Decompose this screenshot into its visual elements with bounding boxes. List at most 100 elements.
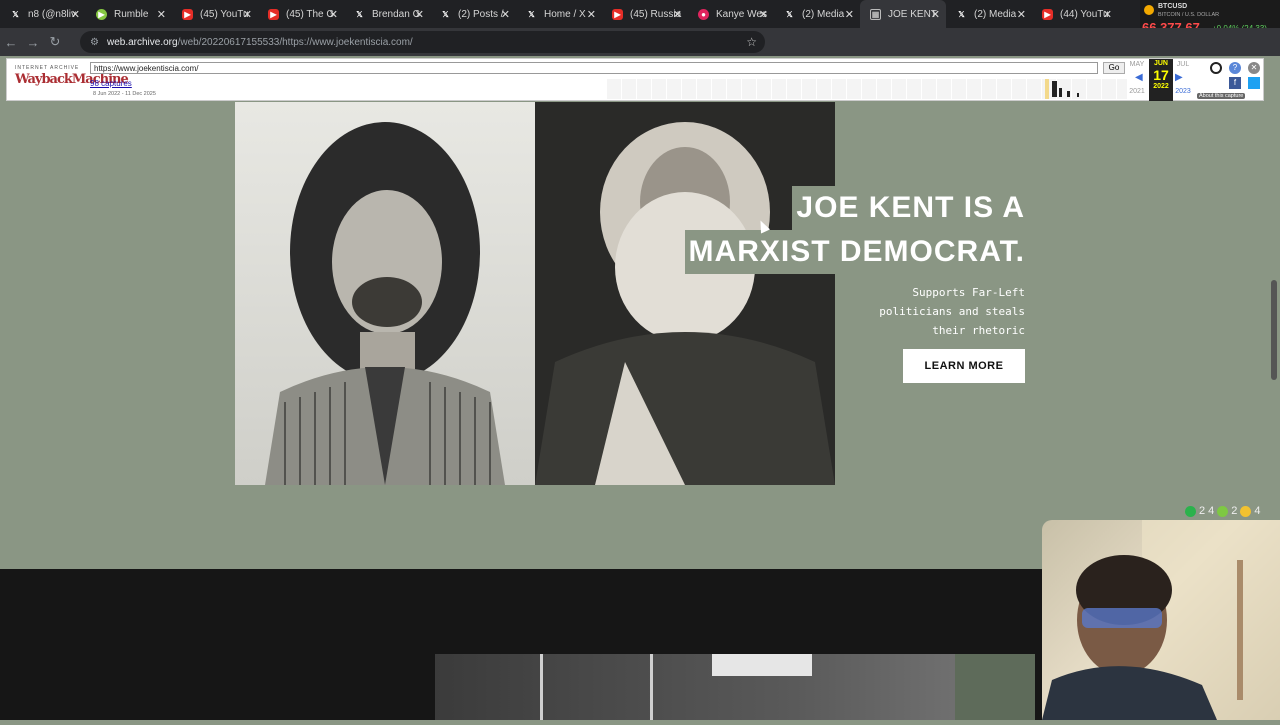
browser-tab[interactable]: ▶ (45) YouTu ✕ — [172, 0, 258, 28]
close-tab-icon[interactable]: ✕ — [931, 8, 940, 21]
hero-photo-right — [535, 102, 835, 485]
close-tab-icon[interactable]: ✕ — [243, 8, 252, 21]
counter-value: 2 — [1231, 505, 1238, 517]
portrait-illustration — [265, 122, 505, 485]
rumble-icon: ▶ — [96, 8, 107, 20]
next-year[interactable]: 2023 — [1171, 88, 1195, 95]
hero-subtitle-line: politicians and steals — [879, 305, 1025, 318]
close-tab-icon[interactable]: ✕ — [587, 8, 596, 21]
prev-month[interactable]: MAY — [1125, 61, 1149, 68]
captures-range: 8 Jun 2022 - 11 Dec 2025 — [93, 91, 156, 97]
browser-tab[interactable]: 𝕏 (2) Media ✕ — [774, 0, 860, 28]
x-icon: 𝕏 — [958, 9, 965, 19]
hero-subtitle: Supports Far-Left politicians and steals… — [855, 283, 1025, 340]
wayback-logo-top: INTERNET ARCHIVE — [15, 65, 80, 71]
hero-title: JOE KENT IS A MARXIST DEMOCRAT. — [684, 186, 1025, 274]
counter-value: 2 — [1199, 505, 1206, 517]
green-x-icon — [1185, 505, 1196, 517]
sparkline-bar — [1052, 81, 1057, 97]
site-info-icon[interactable]: ⚙ — [90, 37, 99, 48]
kanye-icon: ● — [698, 8, 709, 20]
browser-tab[interactable]: ▶ (45) Russia ✕ — [602, 0, 688, 28]
reload-icon[interactable]: ↻ — [44, 34, 66, 50]
help-icon[interactable]: ? — [1229, 62, 1241, 74]
page-scrollbar[interactable] — [1271, 280, 1277, 380]
wayback-go-button[interactable]: Go — [1103, 62, 1125, 74]
hero-subtitle-line: their rhetoric — [932, 324, 1025, 337]
counter-value: 4 — [1208, 505, 1215, 517]
close-tab-icon[interactable]: ✕ — [71, 8, 80, 21]
hero-title-line-1: JOE KENT IS A — [792, 186, 1025, 230]
counter-value: 4 — [1254, 505, 1261, 517]
browser-tab[interactable]: ▶ (44) YouTu ✕ — [1032, 0, 1118, 28]
portrait-illustration — [535, 102, 835, 485]
archive-icon: ▦ — [870, 8, 881, 20]
browser-tab-strip: 𝕏n8 (@n8liv ✕ ▶ Rumble ✕ ▶ (45) YouTu ✕ ▶ (45) Th… — [0, 0, 1280, 28]
wayback-url-input[interactable] — [90, 62, 1098, 74]
browser-tab[interactable]: 𝕏n8 (@n8liv ✕ — [0, 0, 86, 28]
close-tab-icon[interactable]: ✕ — [1017, 8, 1026, 21]
browser-tab[interactable]: 𝕏 Home / X ✕ — [516, 0, 602, 28]
close-tab-icon[interactable]: ✕ — [415, 8, 424, 21]
captures-link[interactable]: 98 captures — [90, 79, 132, 88]
browser-tab[interactable]: ▶ (45) The G ✕ — [258, 0, 344, 28]
twitter-icon[interactable] — [1248, 77, 1260, 89]
capture-sparkline[interactable] — [607, 79, 1127, 99]
x-icon: 𝕏 — [528, 9, 535, 19]
close-tab-icon[interactable]: ✕ — [501, 8, 510, 21]
close-tab-icon[interactable]: ✕ — [759, 8, 768, 21]
bookmark-star-icon[interactable]: ☆ — [746, 35, 757, 49]
about-capture-link[interactable]: About this capture — [1197, 93, 1246, 99]
address-path: /web/20220617155533/https://www.joekenti… — [177, 36, 413, 48]
prev-capture-icon[interactable]: ◀ — [1135, 72, 1143, 83]
address-url: web.archive.org/web/20220617155533/https… — [107, 37, 413, 48]
prev-year[interactable]: 2021 — [1125, 88, 1149, 95]
browser-tab[interactable]: 𝕏 (2) Posts / ✕ — [430, 0, 516, 28]
forward-icon[interactable]: → — [22, 35, 44, 50]
next-capture-icon[interactable]: ▶ — [1175, 72, 1183, 83]
tab-title: (2) Media — [974, 8, 1017, 20]
browser-tab[interactable]: ▦ JOE KENT ✕ — [860, 0, 946, 28]
tab-title: n8 (@n8liv — [28, 8, 76, 20]
x-icon: 𝕏 — [786, 9, 793, 19]
learn-more-button[interactable]: LEARN MORE — [903, 349, 1025, 383]
back-icon[interactable]: ← — [0, 35, 22, 50]
next-month[interactable]: JUL — [1171, 61, 1195, 68]
capture-month: JUN — [1153, 60, 1168, 67]
play-icon — [1217, 505, 1229, 517]
emoji-icon — [1240, 505, 1252, 517]
browser-toolbar: ← → ↻ ⚙ web.archive.org/web/202206171555… — [0, 28, 1280, 76]
address-bar[interactable]: ⚙ web.archive.org/web/20220617155533/htt… — [80, 31, 765, 53]
close-tab-icon[interactable]: ✕ — [157, 8, 166, 21]
sparkline-bar — [1067, 91, 1070, 97]
browser-tab[interactable]: ▶ Rumble ✕ — [86, 0, 172, 28]
close-tab-icon[interactable]: ✕ — [845, 8, 854, 21]
youtube-icon: ▶ — [612, 8, 623, 20]
close-tab-icon[interactable]: ✕ — [329, 8, 338, 21]
close-icon[interactable]: ✕ — [1248, 62, 1260, 74]
browser-tab[interactable]: 𝕏 (2) Media ✕ — [946, 0, 1032, 28]
close-tab-icon[interactable]: ✕ — [673, 8, 682, 21]
x-icon: 𝕏 — [442, 9, 449, 19]
close-tab-icon[interactable]: ✕ — [1103, 8, 1112, 21]
tab-title: (45) The G — [286, 8, 335, 20]
tab-title: Rumble — [114, 8, 149, 20]
capture-day: 17 — [1153, 67, 1169, 83]
tab-title: Brendan G — [372, 8, 421, 20]
wayback-toolbar: INTERNET ARCHIVE WaybackMachine Go 98 ca… — [6, 58, 1264, 101]
tab-title: (2) Posts / — [458, 8, 504, 20]
tab-title: JOE KENT — [888, 8, 937, 20]
hero-title-line-2: MARXIST DEMOCRAT. — [684, 230, 1025, 274]
browser-tab[interactable]: ● Kanye Wes ✕ — [688, 0, 774, 28]
sparkline-bar — [1077, 93, 1079, 97]
account-icon[interactable] — [1210, 62, 1222, 74]
youtube-icon: ▶ — [182, 8, 193, 20]
section-photo — [435, 654, 1035, 720]
youtube-icon: ▶ — [1042, 8, 1053, 20]
hero-subtitle-line: Supports Far-Left — [912, 286, 1025, 299]
x-icon: 𝕏 — [12, 9, 19, 19]
facebook-icon[interactable]: f — [1229, 77, 1241, 89]
ticker-name: BITCOIN / U.S. DOLLAR — [1158, 12, 1220, 18]
address-host: web.archive.org — [106, 36, 178, 48]
browser-tab[interactable]: 𝕏 Brendan G ✕ — [344, 0, 430, 28]
